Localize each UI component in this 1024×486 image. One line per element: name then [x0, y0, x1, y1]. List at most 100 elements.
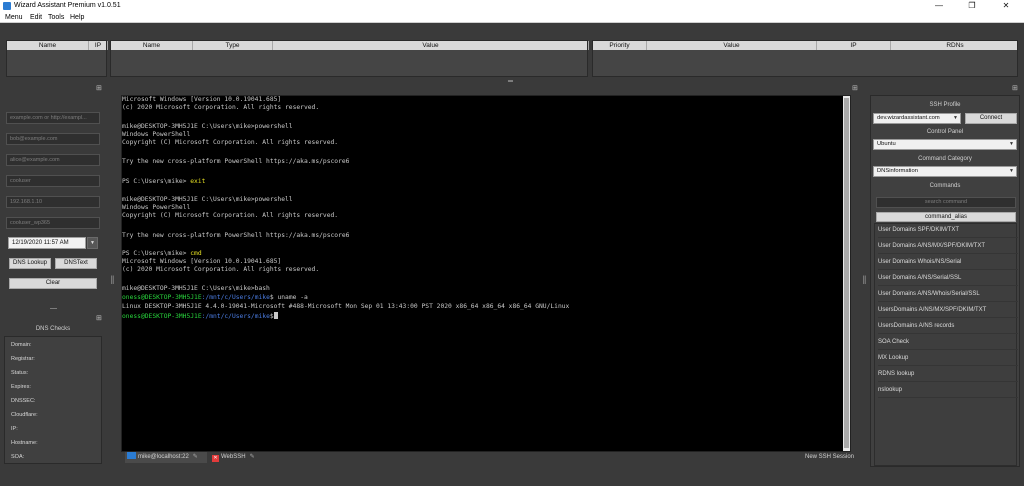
mx-table[interactable]: Priority Value IP RDNs — [592, 40, 1018, 77]
dns-label-cloudflare: Cloudflare: — [11, 412, 38, 418]
terminal-line: (c) 2020 Microsoft Corporation. All righ… — [122, 104, 320, 111]
close-tab-icon[interactable]: ✎ — [193, 454, 198, 460]
column-header-ip[interactable]: IP — [817, 41, 891, 50]
username-input[interactable]: cooluser — [6, 175, 100, 187]
terminal-line: Windows PowerShell — [122, 204, 191, 211]
maximize-icon[interactable]: ❐ — [957, 0, 987, 12]
column-header-name[interactable]: Name — [111, 41, 193, 50]
command-item[interactable]: nslookup — [878, 382, 1018, 398]
dns-label-dnssec: DNSSEC: — [11, 398, 36, 404]
terminal-line: Try the new cross-platform PowerShell ht… — [122, 158, 350, 165]
dock-icon[interactable]: ⊞ — [1012, 85, 1018, 92]
menu-item-menu[interactable]: Menu — [5, 13, 23, 22]
close-tab-icon[interactable]: ✕ — [212, 455, 219, 462]
splitter-handle[interactable]: ═ — [508, 78, 513, 85]
command-item[interactable]: User Domains A/NS/MX/SPF/DKIM/TXT — [878, 238, 1018, 254]
control-panel-value: Ubuntu — [877, 141, 896, 147]
terminal-scrollbar[interactable] — [843, 96, 850, 451]
title-bar: Wizard Assistant Premium v1.0.51 — ❐ ✕ — [0, 0, 1024, 12]
column-header-type[interactable]: Type — [193, 41, 273, 50]
column-header-ip[interactable]: IP — [89, 41, 108, 50]
scrollbar-thumb[interactable] — [844, 98, 849, 448]
command-alias-header[interactable]: command_alias — [876, 212, 1016, 222]
control-panel-select[interactable]: Ubuntu ▼ — [873, 139, 1017, 150]
terminal-cursor — [273, 312, 278, 319]
clear-button[interactable]: Clear — [9, 278, 97, 289]
dock-icon[interactable]: ⊞ — [852, 85, 858, 92]
dropdown-arrow-icon: ▼ — [1009, 168, 1014, 174]
ip-input[interactable]: 192.168.1.10 — [6, 196, 100, 208]
close-icon[interactable]: ✕ — [991, 0, 1021, 12]
terminal-line: mike@DESKTOP-3MH5J1E C:\Users\mike>bash — [122, 285, 270, 292]
command-item[interactable]: User Domains SPF/DKIM/TXT — [878, 222, 1018, 238]
splitter-handle[interactable]: ║ — [862, 277, 867, 284]
splitter-handle[interactable]: — — [50, 305, 57, 312]
mx-table-header: Priority Value IP RDNs — [593, 41, 1017, 50]
tab-webssh[interactable]: ✕ WebSSH ✎ — [211, 452, 265, 463]
domain-input[interactable]: example.com or http://exampl... — [6, 112, 100, 124]
terminal-line: mike@DESKTOP-3MH5J1E C:\Users\mike>power… — [122, 123, 293, 130]
command-item[interactable]: SOA Check — [878, 334, 1018, 350]
dock-icon[interactable]: ⊞ — [96, 85, 102, 92]
terminal-line: Linux DESKTOP-3MH5J1E 4.4.0-19041-Micros… — [122, 303, 570, 310]
menu-item-tools[interactable]: Tools — [48, 13, 64, 22]
search-command-input[interactable]: search command — [876, 197, 1016, 208]
tab-label: WebSSH — [221, 454, 246, 460]
column-header-value[interactable]: Value — [647, 41, 817, 50]
terminal-tab-icon — [127, 452, 136, 459]
command-item[interactable]: RDNS lookup — [878, 366, 1018, 382]
ps-prompt: PS C:\Users\mike> — [122, 250, 191, 257]
command-item[interactable]: User Domains A/NS/Serial/SSL — [878, 270, 1018, 286]
tab-label: mike@localhost:22 — [138, 454, 189, 460]
dns-label-ip: IP: — [11, 426, 18, 432]
dns-text-button[interactable]: DNSText — [55, 258, 97, 269]
command-item[interactable]: UsersDomains A/NS records — [878, 318, 1018, 334]
dns-lookup-button[interactable]: DNS Lookup — [9, 258, 51, 269]
tab-localhost[interactable]: mike@localhost:22 ✎ — [125, 452, 207, 463]
command-category-value: DNSinformation — [877, 168, 918, 174]
datetime-picker[interactable]: 12/19/2020 11:57 AM — [8, 237, 86, 249]
ssh-profile-select[interactable]: dev.wizardassistant.com ▼ — [873, 113, 961, 124]
bash-user: oness@DESKTOP-3MH5J1E — [122, 313, 202, 320]
dns-label-domain: Domain: — [11, 342, 32, 348]
command-item[interactable]: User Domains A/NS/Whois/Serial/SSL — [878, 286, 1018, 302]
command-item[interactable]: MX Lookup — [878, 350, 1018, 366]
control-panel-label: Control Panel — [926, 129, 964, 135]
dns-label-status: Status: — [11, 370, 29, 376]
app-icon — [3, 2, 11, 10]
column-header-name[interactable]: Name — [7, 41, 89, 50]
menu-item-help[interactable]: Help — [70, 13, 84, 22]
splitter-handle[interactable]: ║ — [110, 277, 115, 284]
column-header-priority[interactable]: Priority — [593, 41, 647, 50]
new-ssh-session-button[interactable]: New SSH Session — [805, 452, 861, 463]
email-field-1[interactable]: bob@example.com — [6, 133, 100, 145]
menu-item-edit[interactable]: Edit — [30, 13, 42, 22]
terminal-line: PS C:\Users\mike> cmd — [122, 250, 202, 258]
connect-button[interactable]: Connect — [965, 113, 1017, 124]
command-item[interactable]: User Domains Whois/NS/Serial — [878, 254, 1018, 270]
session-tabs: mike@localhost:22 ✎ ✕ WebSSH ✎ New SSH Sess… — [121, 452, 861, 463]
calendar-icon[interactable]: ▼ — [87, 237, 98, 249]
hosts-table[interactable]: Name IP — [6, 40, 108, 77]
column-header-rdns[interactable]: RDNs — [891, 41, 1019, 50]
terminal-line: Microsoft Windows [Version 10.0.19041.68… — [122, 258, 282, 265]
terminal-line: Try the new cross-platform PowerShell ht… — [122, 232, 350, 239]
commands-label: Commands — [929, 183, 961, 189]
terminal-output[interactable]: Microsoft Windows [Version 10.0.19041.68… — [121, 95, 851, 452]
column-header-value[interactable]: Value — [273, 41, 589, 50]
minimize-icon[interactable]: — — [924, 0, 954, 12]
email-field-2[interactable]: alice@example.com — [6, 154, 100, 166]
dock-icon[interactable]: ⊞ — [96, 315, 102, 322]
command-item[interactable]: UsersDomains A/NS/MX/SPF/DKIM/TXT — [878, 302, 1018, 318]
command-category-select[interactable]: DNSinformation ▼ — [873, 166, 1017, 177]
bash-user: oness@DESKTOP-3MH5J1E — [122, 294, 202, 301]
dns-checks-title: DNS Checks — [35, 326, 71, 332]
dns-label-soa: SOA: — [11, 454, 25, 460]
menu-bar: Menu Edit Tools Help — [0, 12, 1024, 23]
dropdown-arrow-icon: ▼ — [1009, 141, 1014, 147]
terminal-line: oness@DESKTOP-3MH5J1E:/mnt/c/Users/mike$ — [122, 312, 278, 321]
records-table[interactable]: Name Type Value — [110, 40, 589, 77]
edit-tab-icon[interactable]: ✎ — [250, 454, 255, 460]
dns-label-expires: Expires: — [11, 384, 31, 390]
account-input[interactable]: cooluser_wp365 — [6, 217, 100, 229]
